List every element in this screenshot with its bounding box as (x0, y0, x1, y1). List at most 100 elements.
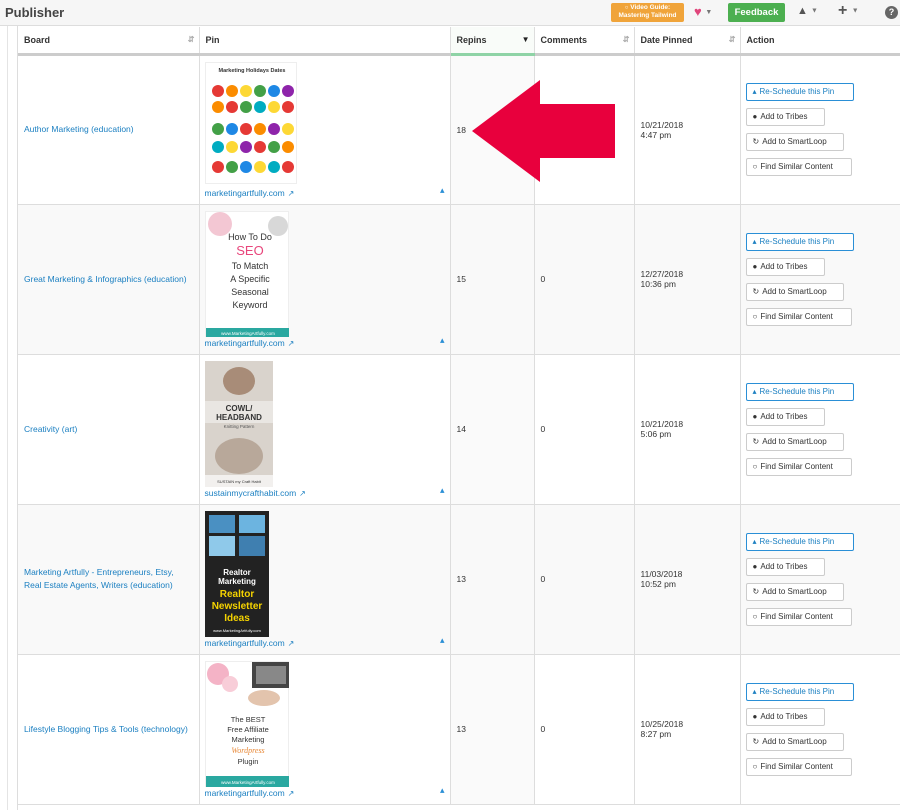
board-link[interactable]: Marketing Artfully - Entrepreneurs, Etsy… (24, 566, 199, 592)
header-comments[interactable]: Comments ⇵ (534, 27, 635, 56)
header-date-pinned[interactable]: Date Pinned ⇵ (634, 27, 741, 56)
reschedule-pin-button[interactable]: ▴ Re-Schedule this Pin (745, 232, 854, 251)
pin-image[interactable]: Marketing Holidays Dates (204, 61, 297, 184)
svg-text:The BEST: The BEST (230, 715, 265, 724)
pin-image[interactable]: The BEST Free Affiliate Marketing Wordpr… (204, 660, 289, 787)
video-guide-line2: Mastering Tailwind (618, 12, 677, 19)
heart-icon: ♥ (694, 4, 702, 19)
tailwind-icon: ▴ (439, 634, 445, 645)
pin-domain-link[interactable]: sustainmycrafthabit.com ↗ (205, 488, 306, 498)
reschedule-pin-button[interactable]: ▴ Re-Schedule this Pin (745, 532, 854, 551)
header-repins-label: Repins (456, 34, 487, 45)
sort-icon: ⇵ (728, 35, 736, 44)
external-link-icon: ↗ (287, 788, 295, 798)
pin-domain-text: marketingartfully.com (204, 187, 285, 198)
action-cell: ▴ Re-Schedule this Pin ● Add to Tribes ↻ Ad… (740, 654, 900, 805)
pin-footer-text: www.MarketingArtfully.com (221, 780, 275, 785)
add-to-tribes-button[interactable]: ● Add to Tribes (745, 707, 825, 726)
svg-text:Free Affiliate: Free Affiliate (227, 725, 269, 734)
svg-text:SEO: SEO (236, 243, 263, 258)
tailwind-icon: ▴ (752, 87, 757, 96)
tribes-icon: ● (752, 711, 758, 721)
time-text: 10:36 pm (640, 279, 676, 289)
find-similar-button[interactable]: ○ Find Similar Content (745, 158, 852, 176)
feedback-button[interactable]: Feedback (728, 3, 785, 22)
date-text: 12/27/2018 (640, 269, 684, 279)
tribes-label: Add to Tribes (760, 411, 808, 421)
smartloop-icon: ↻ (752, 736, 760, 746)
annotation-arrow (472, 80, 615, 182)
smartloop-icon: ↻ (752, 286, 760, 296)
reschedule-label: Re-Schedule this Pin (759, 236, 835, 246)
external-link-icon: ↗ (287, 638, 295, 648)
svg-text:Realtor: Realtor (223, 568, 251, 577)
similar-label: Find Similar Content (760, 162, 833, 171)
pin-domain-link[interactable]: marketingartfully.com ↗ (205, 638, 295, 648)
board-link[interactable]: Lifestyle Blogging Tips & Tools (technol… (24, 723, 199, 736)
table-row: Marketing Artfully - Entrepreneurs, Etsy… (18, 504, 900, 655)
heart-menu[interactable]: ♥ ▼ (694, 4, 712, 19)
date-cell: 10/25/2018 8:27 pm (634, 654, 741, 805)
board-link[interactable]: Author Marketing (education) (24, 123, 199, 136)
pin-domain-text: marketingartfully.com (204, 787, 285, 798)
add-to-smartloop-button[interactable]: ↻ Add to SmartLoop (745, 732, 844, 751)
reschedule-pin-button[interactable]: ▴ Re-Schedule this Pin (745, 382, 854, 401)
comments-cell: 0 (534, 354, 635, 505)
lightbulb-icon: ○ (624, 5, 629, 11)
comments-cell: 0 (534, 204, 635, 355)
reschedule-pin-button[interactable]: ▴ Re-Schedule this Pin (745, 83, 854, 101)
add-to-smartloop-button[interactable]: ↻ Add to SmartLoop (745, 133, 844, 151)
header-date-label: Date Pinned (640, 34, 693, 45)
board-link[interactable]: Creativity (art) (24, 423, 199, 436)
lightbulb-icon: ○ (752, 162, 758, 171)
reschedule-label: Re-Schedule this Pin (759, 386, 835, 396)
time-text: 10:52 pm (640, 579, 676, 589)
board-cell: Creativity (art) (18, 354, 200, 505)
pin-image[interactable]: COWL/ HEADBAND Knitting Pattern SUSTAIN … (204, 360, 273, 487)
pin-domain-link[interactable]: marketingartfully.com ↗ (205, 188, 295, 198)
find-similar-button[interactable]: ○ Find Similar Content (745, 607, 852, 626)
header-action-label: Action (746, 34, 775, 45)
add-to-tribes-button[interactable]: ● Add to Tribes (745, 108, 825, 126)
pin-image[interactable]: How To Do SEO To Match A Specific Season… (204, 210, 289, 337)
pin-cell: Marketing Holidays Dates marketingartful… (199, 54, 451, 205)
date-cell: 10/21/2018 5:06 pm (634, 354, 741, 505)
svg-text:How To Do: How To Do (228, 232, 272, 242)
add-to-tribes-button[interactable]: ● Add to Tribes (745, 407, 825, 426)
lightbulb-icon: ○ (752, 761, 758, 771)
date-text: 10/25/2018 (640, 719, 684, 729)
smartloop-icon: ↻ (752, 436, 760, 446)
add-menu[interactable]: + ▼ (838, 2, 859, 20)
find-similar-button[interactable]: ○ Find Similar Content (745, 457, 852, 476)
notifications-menu[interactable]: ▲ ▼ (797, 5, 818, 17)
add-to-tribes-button[interactable]: ● Add to Tribes (745, 557, 825, 576)
svg-text:HEADBAND: HEADBAND (216, 413, 262, 422)
board-link[interactable]: Great Marketing & Infographics (educatio… (24, 273, 199, 286)
pin-image[interactable]: Realtor Marketing Realtor Newsletter Ide… (204, 510, 269, 637)
pin-domain-link[interactable]: marketingartfully.com ↗ (205, 788, 295, 798)
header-repins[interactable]: Repins ▼ (450, 27, 535, 56)
pin-domain-link[interactable]: marketingartfully.com ↗ (205, 338, 295, 348)
sort-icon: ⇵ (622, 35, 630, 44)
svg-text:Newsletter: Newsletter (211, 601, 262, 612)
tailwind-icon: ▴ (752, 236, 757, 246)
add-to-smartloop-button[interactable]: ↻ Add to SmartLoop (745, 282, 844, 301)
add-to-smartloop-button[interactable]: ↻ Add to SmartLoop (745, 432, 844, 451)
video-guide-button[interactable]: ○ Video Guide: Mastering Tailwind (611, 3, 684, 22)
add-to-smartloop-button[interactable]: ↻ Add to SmartLoop (745, 582, 844, 601)
help-icon[interactable]: ? (885, 6, 898, 19)
tailwind-icon: ▴ (439, 484, 445, 495)
pin-wordpress-text: Wordpress (231, 746, 264, 755)
reschedule-pin-button[interactable]: ▴ Re-Schedule this Pin (745, 682, 854, 701)
similar-label: Find Similar Content (760, 761, 833, 771)
header-board[interactable]: Board ⇵ (18, 27, 200, 56)
action-cell: ▴ Re-Schedule this Pin ● Add to Tribes ↻ Ad… (740, 354, 900, 505)
chevron-down-icon: ▼ (851, 7, 859, 15)
tailwind-icon: ▴ (439, 784, 445, 795)
bell-icon: ▲ (797, 5, 808, 17)
add-to-tribes-button[interactable]: ● Add to Tribes (745, 257, 825, 276)
action-cell: ▴ Re-Schedule this Pin ● Add to Tribes ↻ Ad… (740, 204, 900, 355)
find-similar-button[interactable]: ○ Find Similar Content (745, 757, 852, 776)
find-similar-button[interactable]: ○ Find Similar Content (745, 307, 852, 326)
date-cell: 10/21/2018 4:47 pm (634, 54, 741, 205)
